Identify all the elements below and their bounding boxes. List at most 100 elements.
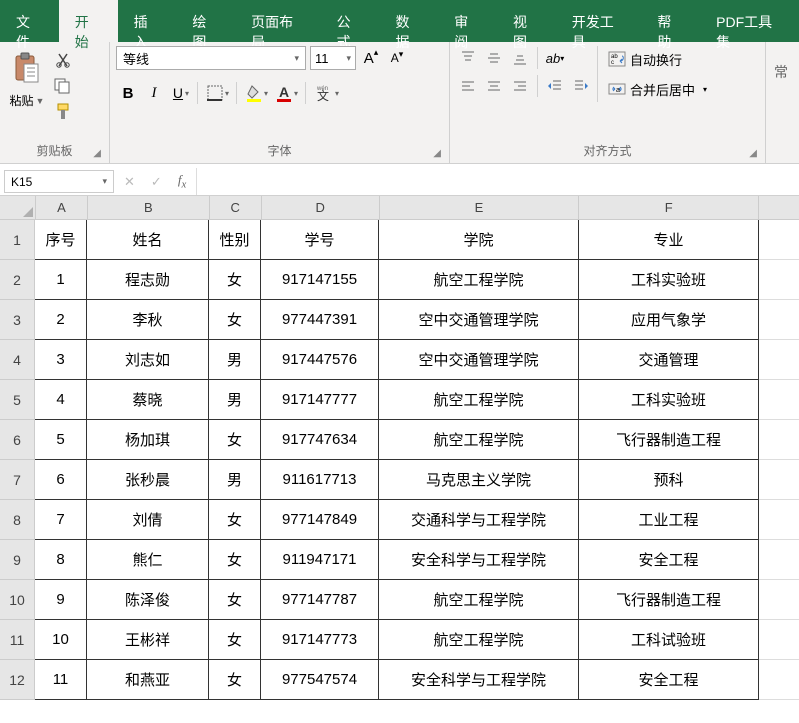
name-box[interactable]: K15▾	[4, 170, 114, 193]
cell[interactable]: 航空工程学院	[379, 420, 579, 460]
cell[interactable]: 5	[35, 420, 87, 460]
row-header[interactable]: 5	[0, 380, 35, 420]
align-right-icon[interactable]	[508, 74, 532, 98]
cell[interactable]: 917147777	[261, 380, 379, 420]
cell[interactable]: 张秒晨	[87, 460, 209, 500]
cell[interactable]: 安全科学与工程学院	[379, 540, 579, 580]
cell[interactable]: 陈泽俊	[87, 580, 209, 620]
tab-insert[interactable]: 插入	[118, 0, 177, 42]
cell[interactable]: 男	[209, 340, 261, 380]
cell[interactable]: 学院	[379, 220, 579, 260]
copy-icon[interactable]	[52, 76, 74, 96]
cell[interactable]: 刘志如	[87, 340, 209, 380]
fx-icon[interactable]: fx	[178, 172, 186, 191]
cell[interactable]: 航空工程学院	[379, 380, 579, 420]
row-header[interactable]: 2	[0, 260, 35, 300]
row-header[interactable]: 11	[0, 620, 35, 660]
cell[interactable]: 杨加琪	[87, 420, 209, 460]
decrease-indent-icon[interactable]	[543, 74, 567, 98]
col-header-B[interactable]: B	[88, 196, 210, 220]
cell[interactable]: 1	[35, 260, 87, 300]
row-header[interactable]: 3	[0, 300, 35, 340]
col-header-F[interactable]: F	[579, 196, 759, 220]
select-all-corner[interactable]	[0, 196, 36, 220]
tab-dev[interactable]: 开发工具	[556, 0, 642, 42]
col-header-D[interactable]: D	[262, 196, 380, 220]
enter-icon[interactable]: ✓	[151, 174, 162, 190]
cell[interactable]: 女	[209, 420, 261, 460]
tab-formula[interactable]: 公式	[321, 0, 380, 42]
cell[interactable]: 917147773	[261, 620, 379, 660]
cell[interactable]: 李秋	[87, 300, 209, 340]
orientation-button[interactable]: ab▾	[543, 46, 567, 70]
cell[interactable]: 女	[209, 620, 261, 660]
cell[interactable]: 姓名	[87, 220, 209, 260]
cell[interactable]: 977447391	[261, 300, 379, 340]
row-header[interactable]: 8	[0, 500, 35, 540]
cell[interactable]: 飞行器制造工程	[579, 420, 759, 460]
cell[interactable]: 女	[209, 500, 261, 540]
cell[interactable]: 4	[35, 380, 87, 420]
tab-layout[interactable]: 页面布局	[235, 0, 321, 42]
align-top-icon[interactable]	[456, 46, 480, 70]
cell[interactable]: 安全科学与工程学院	[379, 660, 579, 700]
cell[interactable]: 应用气象学	[579, 300, 759, 340]
font-size-select[interactable]: 11▾	[310, 46, 356, 70]
cell[interactable]: 10	[35, 620, 87, 660]
cell[interactable]: 预科	[579, 460, 759, 500]
cell[interactable]: 性别	[209, 220, 261, 260]
cell[interactable]: 专业	[579, 220, 759, 260]
tab-pdf[interactable]: PDF工具集	[700, 0, 799, 42]
tab-home[interactable]: 开始	[59, 0, 118, 42]
cell[interactable]: 飞行器制造工程	[579, 580, 759, 620]
tab-review[interactable]: 审阅	[438, 0, 497, 42]
align-left-icon[interactable]	[456, 74, 480, 98]
paste-button[interactable]	[6, 46, 48, 90]
cell[interactable]: 977147787	[261, 580, 379, 620]
cell[interactable]: 11	[35, 660, 87, 700]
italic-button[interactable]: I	[142, 80, 166, 106]
cell[interactable]: 女	[209, 660, 261, 700]
cell[interactable]: 航空工程学院	[379, 580, 579, 620]
row-header[interactable]: 4	[0, 340, 35, 380]
cell[interactable]: 6	[35, 460, 87, 500]
row-header[interactable]: 12	[0, 660, 35, 700]
cell[interactable]: 航空工程学院	[379, 260, 579, 300]
cell[interactable]: 王彬祥	[87, 620, 209, 660]
cancel-icon[interactable]: ✕	[124, 174, 135, 190]
cell[interactable]: 交通管理	[579, 340, 759, 380]
align-bottom-icon[interactable]	[508, 46, 532, 70]
cell[interactable]: 工科实验班	[579, 260, 759, 300]
decrease-font-icon[interactable]: A▾	[386, 46, 408, 70]
cell[interactable]: 7	[35, 500, 87, 540]
col-header-A[interactable]: A	[36, 196, 88, 220]
cell[interactable]: 安全工程	[579, 540, 759, 580]
formula-input[interactable]	[196, 168, 799, 195]
tab-data[interactable]: 数据	[379, 0, 438, 42]
dialog-launcher-icon[interactable]: ◢	[433, 148, 441, 159]
cell[interactable]: 917747634	[261, 420, 379, 460]
cell[interactable]: 917147155	[261, 260, 379, 300]
cell[interactable]: 空中交通管理学院	[379, 340, 579, 380]
cell[interactable]: 马克思主义学院	[379, 460, 579, 500]
cell[interactable]: 3	[35, 340, 87, 380]
cell[interactable]: 911947171	[261, 540, 379, 580]
cell[interactable]: 917447576	[261, 340, 379, 380]
cell[interactable]: 工科试验班	[579, 620, 759, 660]
cell[interactable]: 空中交通管理学院	[379, 300, 579, 340]
font-name-select[interactable]: 等线▾	[116, 46, 306, 70]
format-painter-icon[interactable]	[52, 102, 74, 122]
cell[interactable]: 工科实验班	[579, 380, 759, 420]
cell[interactable]: 女	[209, 300, 261, 340]
tab-help[interactable]: 帮助	[641, 0, 700, 42]
cell[interactable]: 程志勋	[87, 260, 209, 300]
row-header[interactable]: 6	[0, 420, 35, 460]
cell[interactable]: 交通科学与工程学院	[379, 500, 579, 540]
cell[interactable]: 女	[209, 540, 261, 580]
dialog-launcher-icon[interactable]: ◢	[749, 148, 757, 159]
increase-font-icon[interactable]: A▴	[360, 46, 382, 70]
cell[interactable]: 和燕亚	[87, 660, 209, 700]
wrap-text-button[interactable]: abc 自动换行	[602, 46, 713, 72]
cell[interactable]: 蔡晓	[87, 380, 209, 420]
cell[interactable]: 8	[35, 540, 87, 580]
